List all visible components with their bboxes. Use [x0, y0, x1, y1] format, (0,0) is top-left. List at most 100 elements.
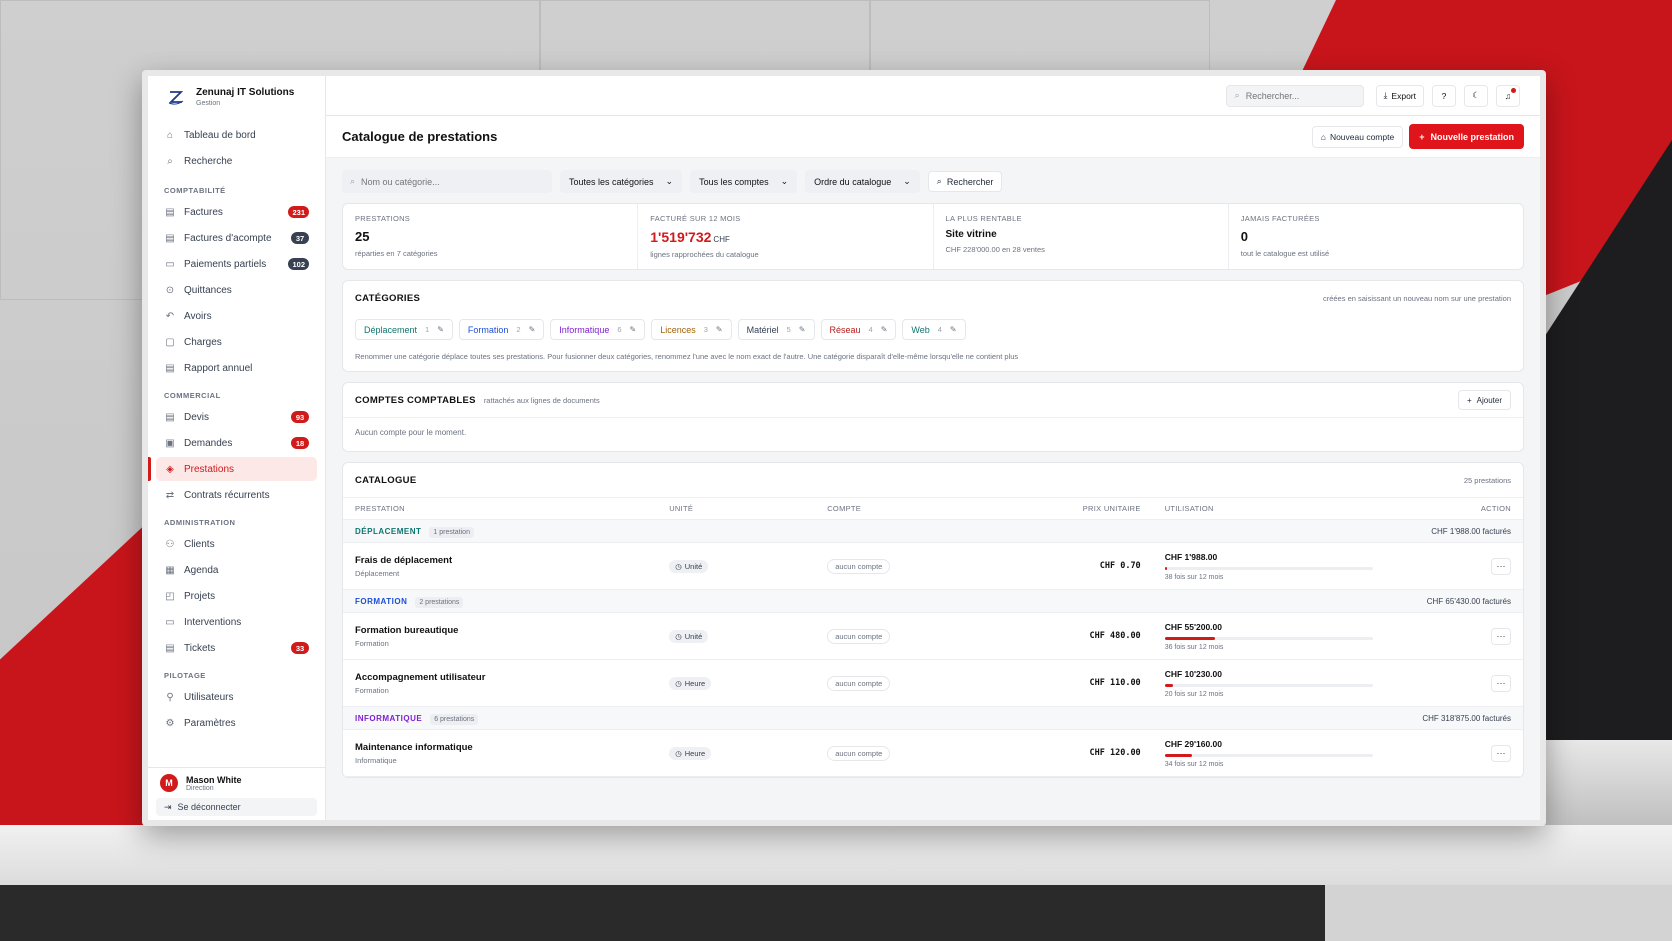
topbar: ⌕ ⤓Export ? ☾ ♫ — [326, 76, 1540, 116]
add-account-button[interactable]: + Ajouter — [1457, 390, 1511, 410]
sidebar-item-factures-acompte[interactable]: ▤ Factures d'acompte 37 — [156, 226, 317, 250]
help-icon: ? — [1441, 90, 1447, 101]
sidebar-item-utilisateurs[interactable]: ⚲ Utilisateurs — [156, 685, 317, 709]
filter-search[interactable]: ⌕ — [342, 170, 552, 193]
category-chip[interactable]: Licences 3 ✎ — [651, 319, 732, 340]
brand-logo-icon — [166, 87, 186, 107]
table-row[interactable]: Maintenance informatique Informatique ◷ Heu… — [343, 729, 1523, 777]
category-chip[interactable]: Matériel 5 ✎ — [737, 319, 815, 340]
service-name: Frais de déplacement — [355, 554, 453, 566]
user-profile[interactable]: M Mason White Direction — [156, 774, 317, 792]
avatar: M — [160, 774, 178, 792]
more-actions-button[interactable]: ··· — [1491, 557, 1511, 575]
column-header: UNITÉ — [657, 497, 816, 520]
category-chip[interactable]: Formation 2 ✎ — [458, 319, 545, 340]
count-badge: 231 — [288, 206, 309, 218]
sidebar-item-rapport-annuel[interactable]: ▤ Rapport annuel — [156, 356, 317, 380]
sidebar-item-parametres[interactable]: ⚙ Paramètres — [156, 711, 317, 735]
sidebar-item-tableau-de-bord[interactable]: ⌂ Tableau de bord — [156, 123, 317, 147]
sidebar-item-devis[interactable]: ▤ Devis 93 — [156, 405, 317, 429]
sidebar-item-agenda[interactable]: ▦ Agenda — [156, 558, 317, 582]
category-chip[interactable]: Web 4 ✎ — [902, 319, 966, 340]
pencil-icon[interactable]: ✎ — [630, 325, 637, 334]
stats-card: PRESTATIONS 25 réparties en 7 catégories… — [342, 203, 1524, 270]
table-row[interactable]: Accompagnement utilisateur Formation ◷ Heur… — [343, 659, 1523, 707]
category-chip[interactable]: Déplacement 1 ✎ — [355, 319, 453, 340]
filter-search-input[interactable] — [361, 176, 522, 187]
unit-price: CHF 480.00 — [1038, 612, 1153, 660]
count-badge: 93 — [291, 411, 309, 423]
search-icon: ⌕ — [350, 176, 356, 186]
new-service-button[interactable]: + Nouvelle prestation — [1409, 124, 1524, 149]
sidebar-item-clients[interactable]: ⚇ Clients — [156, 532, 317, 556]
sidebar-item-charges[interactable]: ▢ Charges — [156, 330, 317, 354]
receipt-icon: ⊙ — [165, 284, 175, 296]
category-chips: Déplacement 1 ✎ Formation 2 ✎ Informatique 6 ✎… — [343, 315, 1523, 344]
more-actions-button[interactable]: ··· — [1491, 627, 1511, 645]
sidebar-item-demandes[interactable]: ▣ Demandes 18 — [156, 431, 317, 455]
category-select[interactable]: Toutes les catégories ⌄ — [560, 170, 683, 193]
pencil-icon[interactable]: ✎ — [716, 325, 723, 334]
stat-prestations: PRESTATIONS 25 réparties en 7 catégories — [343, 204, 639, 269]
search-button[interactable]: ⌕ Rechercher — [927, 171, 1003, 192]
theme-toggle-button[interactable]: ☾ — [1464, 84, 1488, 107]
search-icon: ⌕ — [936, 176, 942, 186]
monitor: Zenunaj IT Solutions Gestion ⌂ Tableau de… — [142, 70, 1546, 826]
folder-icon: ▭ — [165, 616, 175, 628]
accounts-card: COMPTES COMPTABLES rattachés aux lignes … — [342, 382, 1524, 452]
usage-bar-fill — [1164, 753, 1192, 757]
sidebar-item-tickets[interactable]: ▤ Tickets 33 — [156, 636, 317, 660]
count-badge: 37 — [291, 232, 309, 244]
pencil-icon[interactable]: ✎ — [799, 325, 806, 334]
notifications-button[interactable]: ♫ — [1496, 84, 1520, 107]
document-icon: ▤ — [165, 411, 175, 423]
sidebar-item-factures[interactable]: ▤ Factures 231 — [156, 200, 317, 224]
usage-sub: 36 fois sur 12 mois — [1164, 643, 1224, 651]
export-button[interactable]: ⤓ Export — [1375, 84, 1424, 107]
account-pill[interactable]: aucun compte — [827, 675, 891, 691]
stat-jamais-facturees: JAMAIS FACTURÉES 0 tout le catalogue est… — [1240, 214, 1330, 258]
sidebar-item-paiements-partiels[interactable]: ▭ Paiements partiels 102 — [156, 252, 317, 276]
account-pill[interactable]: aucun compte — [827, 628, 891, 644]
plus-icon: + — [1466, 395, 1472, 405]
more-actions-button[interactable]: ··· — [1491, 674, 1511, 692]
chevron-down-icon: ⌄ — [903, 176, 911, 186]
category-chip[interactable]: Réseau 4 ✎ — [820, 319, 897, 340]
category-chip[interactable]: Informatique 6 ✎ — [550, 319, 646, 340]
unit-pill: ◷ Unité — [669, 559, 709, 573]
sidebar-item-avoirs[interactable]: ↶ Avoirs — [156, 304, 317, 328]
pencil-icon[interactable]: ✎ — [881, 325, 888, 334]
sidebar-item-projets[interactable]: ◰ Projets — [156, 584, 317, 608]
sidebar-item-contrats-recurrents[interactable]: ⇄ Contrats récurrents — [156, 483, 317, 507]
usage-bar — [1164, 753, 1373, 757]
new-account-button[interactable]: ⌂ Nouveau compte — [1311, 125, 1404, 148]
account-select[interactable]: Tous les comptes ⌄ — [690, 170, 798, 193]
sidebar-item-recherche[interactable]: ⌕ Recherche — [156, 149, 317, 173]
logout-button[interactable]: ⇥ Se déconnecter — [156, 798, 317, 816]
account-pill[interactable]: aucun compte — [827, 745, 891, 761]
unit-price: CHF 0.70 — [1038, 542, 1153, 590]
global-search[interactable]: ⌕ — [1225, 84, 1364, 107]
pencil-icon[interactable]: ✎ — [529, 325, 536, 334]
usage-bar-fill — [1164, 636, 1215, 640]
ellipsis-icon: ··· — [1496, 748, 1506, 758]
group-count: 6 prestations — [430, 714, 479, 725]
account-pill[interactable]: aucun compte — [827, 558, 891, 574]
sidebar-item-quittances[interactable]: ⊙ Quittances — [156, 278, 317, 302]
order-select[interactable]: Ordre du catalogue ⌄ — [805, 170, 920, 193]
sidebar-item-prestations[interactable]: ◈ Prestations — [148, 457, 317, 481]
global-search-input[interactable] — [1245, 90, 1346, 101]
page-title: Catalogue de prestations — [342, 129, 498, 144]
document-icon: ▤ — [165, 232, 175, 244]
categories-hint: créées en saisissant un nouveau nom sur … — [1322, 293, 1511, 303]
pencil-icon[interactable]: ✎ — [950, 325, 957, 334]
brand[interactable]: Zenunaj IT Solutions Gestion — [148, 76, 325, 118]
wallet-icon: ▭ — [165, 258, 175, 270]
sidebar-item-interventions[interactable]: ▭ Interventions — [156, 610, 317, 634]
table-row[interactable]: Frais de déplacement Déplacement ◷ Unité auc… — [343, 542, 1523, 590]
pencil-icon[interactable]: ✎ — [437, 325, 444, 334]
help-button[interactable]: ? — [1432, 84, 1456, 107]
more-actions-button[interactable]: ··· — [1491, 744, 1511, 762]
bell-icon: ♫ — [1504, 90, 1512, 101]
table-row[interactable]: Formation bureautique Formation ◷ Unité aucu… — [343, 612, 1523, 660]
